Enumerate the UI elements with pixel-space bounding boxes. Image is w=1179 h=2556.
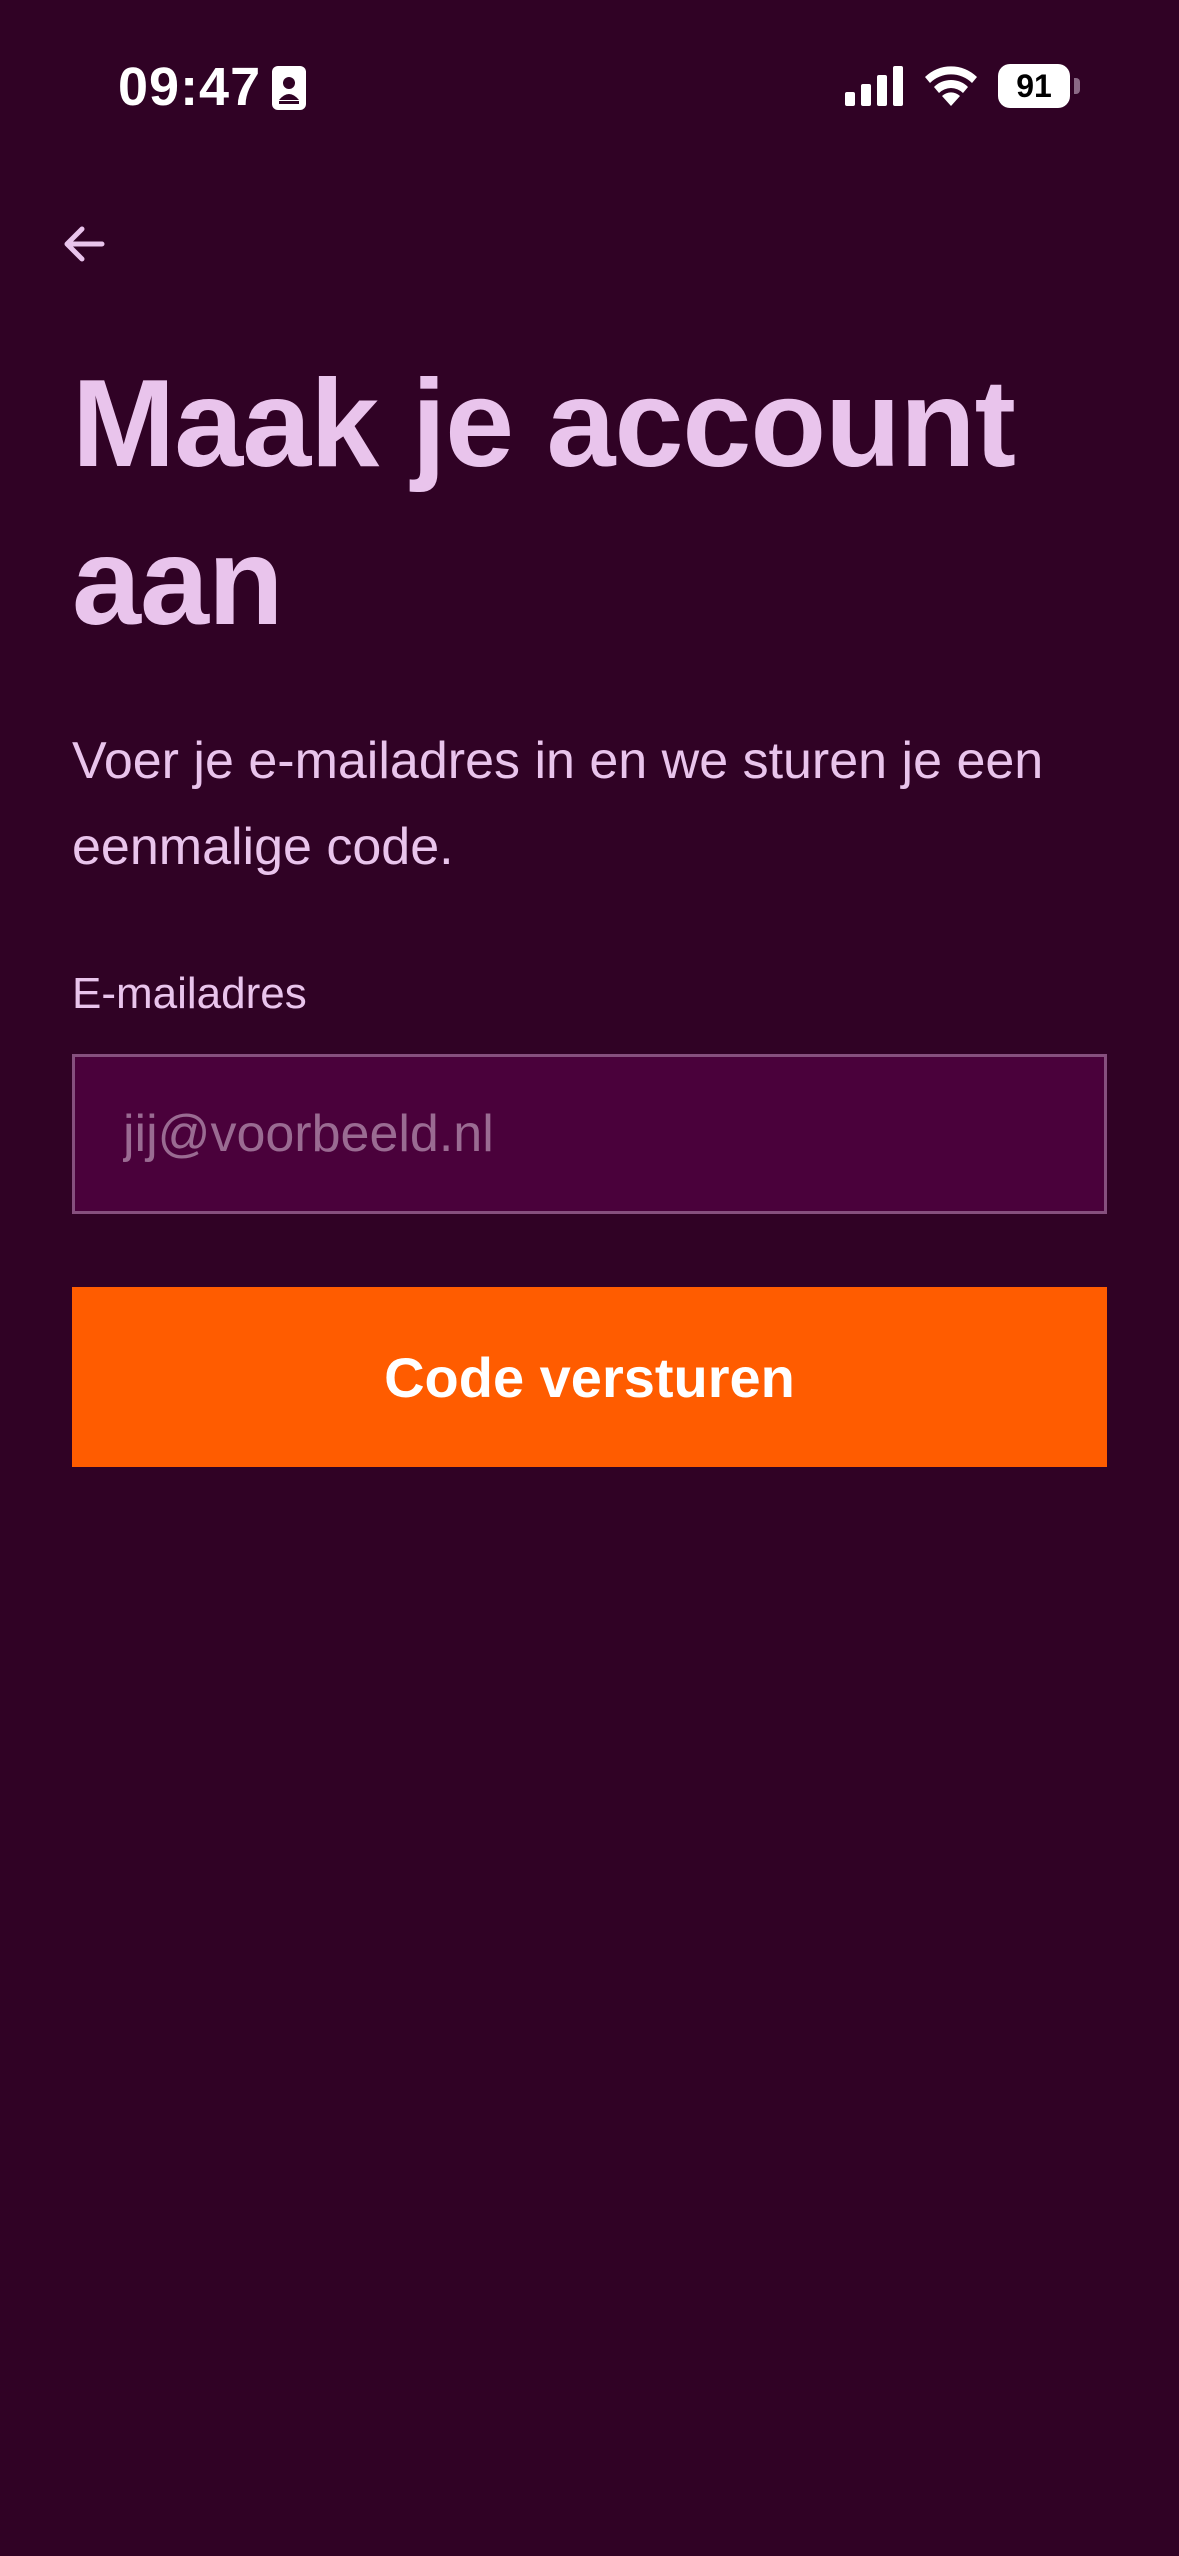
cellular-signal-icon <box>845 66 903 106</box>
page-title: Maak je account aan <box>72 355 1016 651</box>
arrow-left-icon <box>64 226 105 262</box>
id-badge-icon <box>272 66 306 110</box>
email-label: E-mailadres <box>72 969 307 1018</box>
back-button[interactable] <box>48 208 120 280</box>
battery-tip <box>1074 78 1080 94</box>
battery-icon: 91 <box>998 64 1082 108</box>
battery-body: 91 <box>998 64 1070 108</box>
battery-level: 91 <box>1016 68 1052 104</box>
send-code-button[interactable]: Code versturen <box>72 1287 1107 1467</box>
email-input[interactable] <box>72 1054 1107 1214</box>
page-subtitle: Voer je e-mailadres in en we sturen je e… <box>72 732 1044 876</box>
status-time: 09:47 <box>118 57 262 117</box>
send-code-button-label: Code versturen <box>384 1345 795 1409</box>
status-bar: 09:47 91 <box>0 0 1179 170</box>
wifi-icon <box>925 66 977 106</box>
